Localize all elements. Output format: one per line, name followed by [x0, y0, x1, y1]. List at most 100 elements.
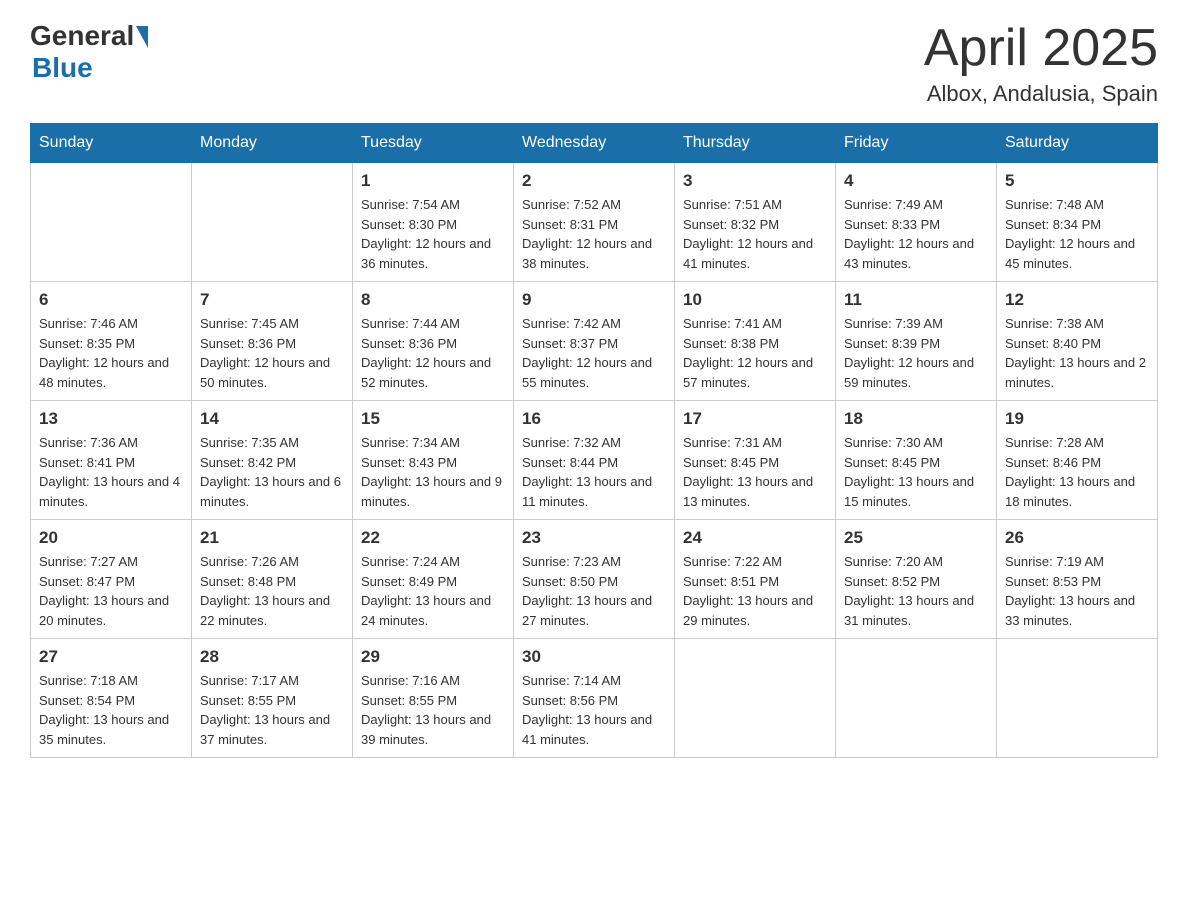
calendar-cell: 3Sunrise: 7:51 AMSunset: 8:32 PMDaylight…	[675, 163, 836, 282]
calendar-cell: 24 Sunrise: 7:22 AMSunset: 8:51 PMDayligh…	[675, 520, 836, 639]
calendar-cell: 4Sunrise: 7:49 AMSunset: 8:33 PMDaylight…	[836, 163, 997, 282]
day-info: Sunrise: 7:22 AMSunset: 8:51 PMDaylight:…	[683, 552, 827, 630]
calendar-cell: 17 Sunrise: 7:31 AMSunset: 8:45 PMDayligh…	[675, 401, 836, 520]
calendar-day-header: Friday	[836, 124, 997, 163]
day-number: 8	[361, 290, 505, 310]
calendar-cell: 6 Sunrise: 7:46 AMSunset: 8:35 PMDaylight…	[31, 282, 192, 401]
calendar-day-header: Sunday	[31, 124, 192, 163]
day-info: Sunrise: 7:23 AMSunset: 8:50 PMDaylight:…	[522, 552, 666, 630]
calendar-cell: 28 Sunrise: 7:17 AMSunset: 8:55 PMDayligh…	[192, 639, 353, 758]
day-info: Sunrise: 7:48 AMSunset: 8:34 PMDaylight:…	[1005, 195, 1149, 273]
day-info: Sunrise: 7:27 AMSunset: 8:47 PMDaylight:…	[39, 552, 183, 630]
calendar-day-header: Thursday	[675, 124, 836, 163]
day-info: Sunrise: 7:52 AMSunset: 8:31 PMDaylight:…	[522, 195, 666, 273]
day-info: Sunrise: 7:42 AMSunset: 8:37 PMDaylight:…	[522, 314, 666, 392]
day-number: 22	[361, 528, 505, 548]
day-number: 24	[683, 528, 827, 548]
calendar-table: SundayMondayTuesdayWednesdayThursdayFrid…	[30, 123, 1158, 758]
calendar-cell: 1 Sunrise: 7:54 AMSunset: 8:30 PMDaylight…	[353, 163, 514, 282]
calendar-week-row: 6 Sunrise: 7:46 AMSunset: 8:35 PMDaylight…	[31, 282, 1158, 401]
day-number: 28	[200, 647, 344, 667]
calendar-cell: 21 Sunrise: 7:26 AMSunset: 8:48 PMDayligh…	[192, 520, 353, 639]
calendar-cell: 8 Sunrise: 7:44 AMSunset: 8:36 PMDaylight…	[353, 282, 514, 401]
calendar-cell: 30Sunrise: 7:14 AMSunset: 8:56 PMDayligh…	[514, 639, 675, 758]
calendar-week-row: 13 Sunrise: 7:36 AMSunset: 8:41 PMDayligh…	[31, 401, 1158, 520]
calendar-week-row: 1 Sunrise: 7:54 AMSunset: 8:30 PMDaylight…	[31, 163, 1158, 282]
day-number: 5	[1005, 171, 1149, 191]
day-info: Sunrise: 7:24 AMSunset: 8:49 PMDaylight:…	[361, 552, 505, 630]
day-number: 17	[683, 409, 827, 429]
day-info: Sunrise: 7:39 AMSunset: 8:39 PMDaylight:…	[844, 314, 988, 392]
day-info: Sunrise: 7:34 AMSunset: 8:43 PMDaylight:…	[361, 433, 505, 511]
day-number: 4	[844, 171, 988, 191]
calendar-cell: 18 Sunrise: 7:30 AMSunset: 8:45 PMDayligh…	[836, 401, 997, 520]
calendar-week-row: 20 Sunrise: 7:27 AMSunset: 8:47 PMDayligh…	[31, 520, 1158, 639]
day-info: Sunrise: 7:44 AMSunset: 8:36 PMDaylight:…	[361, 314, 505, 392]
calendar-cell: 12Sunrise: 7:38 AMSunset: 8:40 PMDayligh…	[997, 282, 1158, 401]
day-number: 6	[39, 290, 183, 310]
calendar-cell: 26 Sunrise: 7:19 AMSunset: 8:53 PMDayligh…	[997, 520, 1158, 639]
day-info: Sunrise: 7:32 AMSunset: 8:44 PMDaylight:…	[522, 433, 666, 511]
day-number: 18	[844, 409, 988, 429]
calendar-cell	[836, 639, 997, 758]
day-number: 27	[39, 647, 183, 667]
day-info: Sunrise: 7:31 AMSunset: 8:45 PMDaylight:…	[683, 433, 827, 511]
calendar-cell: 23 Sunrise: 7:23 AMSunset: 8:50 PMDayligh…	[514, 520, 675, 639]
day-number: 3	[683, 171, 827, 191]
day-info: Sunrise: 7:26 AMSunset: 8:48 PMDaylight:…	[200, 552, 344, 630]
day-number: 1	[361, 171, 505, 191]
page-header: General Blue April 2025 Albox, Andalusia…	[30, 20, 1158, 107]
day-info: Sunrise: 7:54 AMSunset: 8:30 PMDaylight:…	[361, 195, 505, 273]
calendar-cell	[997, 639, 1158, 758]
day-number: 29	[361, 647, 505, 667]
calendar-cell: 2Sunrise: 7:52 AMSunset: 8:31 PMDaylight…	[514, 163, 675, 282]
calendar-header-row: SundayMondayTuesdayWednesdayThursdayFrid…	[31, 124, 1158, 163]
calendar-cell: 29Sunrise: 7:16 AMSunset: 8:55 PMDayligh…	[353, 639, 514, 758]
day-info: Sunrise: 7:18 AMSunset: 8:54 PMDaylight:…	[39, 671, 183, 749]
calendar-cell	[31, 163, 192, 282]
title-block: April 2025 Albox, Andalusia, Spain	[924, 20, 1158, 107]
calendar-day-header: Wednesday	[514, 124, 675, 163]
day-info: Sunrise: 7:38 AMSunset: 8:40 PMDaylight:…	[1005, 314, 1149, 392]
day-info: Sunrise: 7:35 AMSunset: 8:42 PMDaylight:…	[200, 433, 344, 511]
calendar-cell: 9 Sunrise: 7:42 AMSunset: 8:37 PMDaylight…	[514, 282, 675, 401]
day-info: Sunrise: 7:19 AMSunset: 8:53 PMDaylight:…	[1005, 552, 1149, 630]
day-info: Sunrise: 7:46 AMSunset: 8:35 PMDaylight:…	[39, 314, 183, 392]
calendar-cell: 22 Sunrise: 7:24 AMSunset: 8:49 PMDayligh…	[353, 520, 514, 639]
day-number: 23	[522, 528, 666, 548]
page-subtitle: Albox, Andalusia, Spain	[924, 81, 1158, 107]
day-info: Sunrise: 7:28 AMSunset: 8:46 PMDaylight:…	[1005, 433, 1149, 511]
calendar-week-row: 27 Sunrise: 7:18 AMSunset: 8:54 PMDayligh…	[31, 639, 1158, 758]
calendar-cell: 25 Sunrise: 7:20 AMSunset: 8:52 PMDayligh…	[836, 520, 997, 639]
day-info: Sunrise: 7:30 AMSunset: 8:45 PMDaylight:…	[844, 433, 988, 511]
calendar-day-header: Tuesday	[353, 124, 514, 163]
day-number: 20	[39, 528, 183, 548]
day-number: 19	[1005, 409, 1149, 429]
logo-blue-text: Blue	[32, 52, 93, 84]
calendar-cell: 15 Sunrise: 7:34 AMSunset: 8:43 PMDayligh…	[353, 401, 514, 520]
day-number: 13	[39, 409, 183, 429]
day-info: Sunrise: 7:36 AMSunset: 8:41 PMDaylight:…	[39, 433, 183, 511]
day-number: 9	[522, 290, 666, 310]
day-number: 26	[1005, 528, 1149, 548]
day-number: 16	[522, 409, 666, 429]
calendar-cell	[192, 163, 353, 282]
day-info: Sunrise: 7:17 AMSunset: 8:55 PMDaylight:…	[200, 671, 344, 749]
day-number: 11	[844, 290, 988, 310]
calendar-cell: 16 Sunrise: 7:32 AMSunset: 8:44 PMDayligh…	[514, 401, 675, 520]
day-number: 25	[844, 528, 988, 548]
day-number: 7	[200, 290, 344, 310]
day-number: 14	[200, 409, 344, 429]
calendar-cell: 7Sunrise: 7:45 AMSunset: 8:36 PMDaylight…	[192, 282, 353, 401]
day-number: 21	[200, 528, 344, 548]
calendar-day-header: Saturday	[997, 124, 1158, 163]
calendar-day-header: Monday	[192, 124, 353, 163]
day-number: 15	[361, 409, 505, 429]
calendar-cell: 11 Sunrise: 7:39 AMSunset: 8:39 PMDayligh…	[836, 282, 997, 401]
calendar-cell: 19 Sunrise: 7:28 AMSunset: 8:46 PMDayligh…	[997, 401, 1158, 520]
logo-arrow-icon	[136, 26, 148, 48]
day-info: Sunrise: 7:14 AMSunset: 8:56 PMDaylight:…	[522, 671, 666, 749]
calendar-cell: 20 Sunrise: 7:27 AMSunset: 8:47 PMDayligh…	[31, 520, 192, 639]
day-info: Sunrise: 7:20 AMSunset: 8:52 PMDaylight:…	[844, 552, 988, 630]
logo: General Blue	[30, 20, 148, 84]
